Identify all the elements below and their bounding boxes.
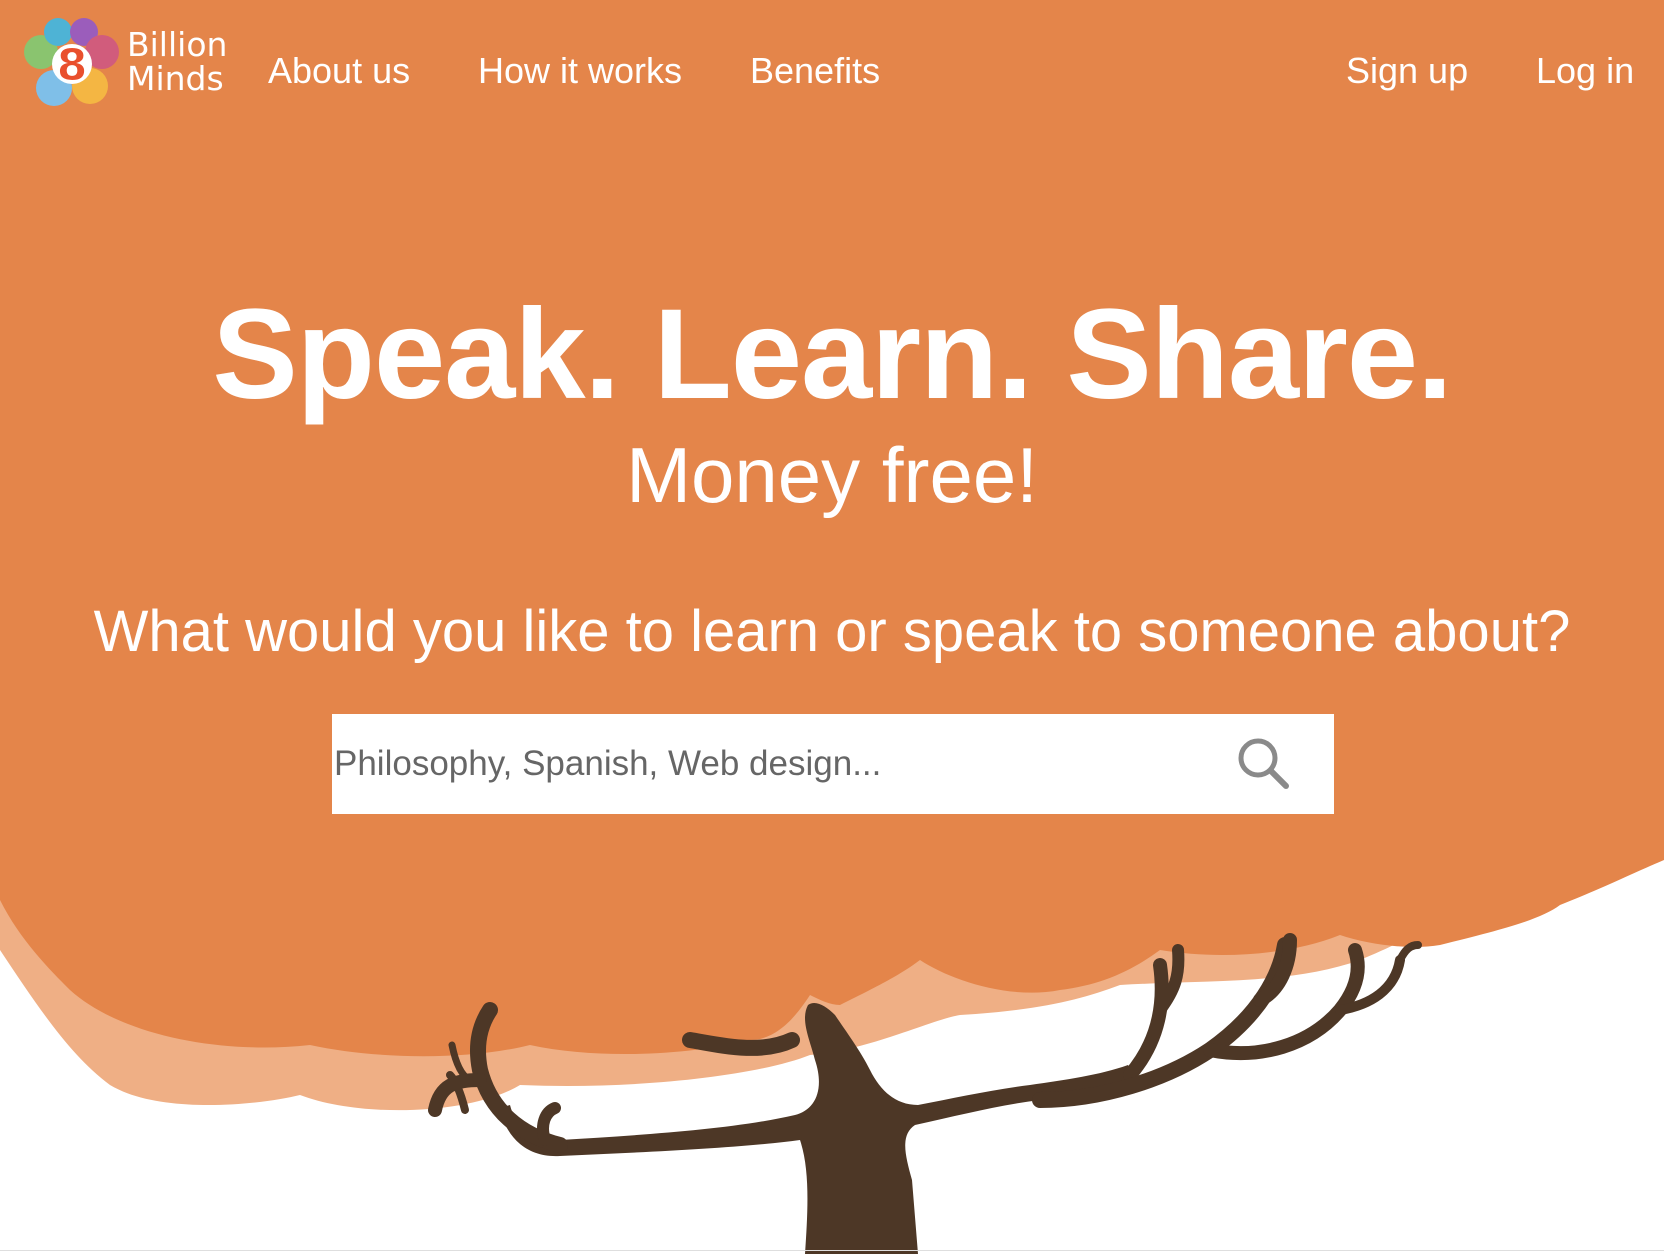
search-icon [1238, 738, 1289, 789]
sign-up-link[interactable]: Sign up [1346, 49, 1468, 93]
tree-canopy [0, 0, 1664, 1057]
nav-link-how-it-works[interactable]: How it works [478, 49, 682, 93]
brand-name: Billion Minds [127, 28, 227, 96]
landing-page: 8 Billion Minds About us How it works Be… [0, 0, 1664, 1254]
topic-search-input[interactable] [332, 714, 1212, 814]
log-in-link[interactable]: Log in [1536, 49, 1634, 93]
brand-logo-link[interactable]: 8 Billion Minds [16, 14, 241, 114]
logo-digit: 8 [57, 40, 88, 91]
search-prompt: What would you like to learn or speak to… [93, 599, 1571, 664]
tree-branch [682, 1032, 800, 1056]
search-button[interactable] [1232, 732, 1296, 796]
brand-name-line2: Minds [127, 59, 224, 98]
hero-section: Speak. Learn. Share. Money free! [0, 280, 1664, 520]
search-icon-handle [1268, 768, 1289, 789]
brand-name-line1: Billion [127, 25, 228, 64]
top-navigation: 8 Billion Minds About us How it works Be… [0, 0, 1664, 140]
brain-logo-icon: 8 [24, 18, 119, 106]
nav-link-about-us[interactable]: About us [268, 49, 410, 93]
page-bottom-divider [0, 1250, 1664, 1251]
topic-search-form [332, 714, 1334, 814]
hero-title: Speak. Learn. Share. [212, 283, 1452, 426]
hero-subtitle: Money free! [626, 431, 1038, 519]
nav-link-benefits[interactable]: Benefits [750, 49, 880, 93]
